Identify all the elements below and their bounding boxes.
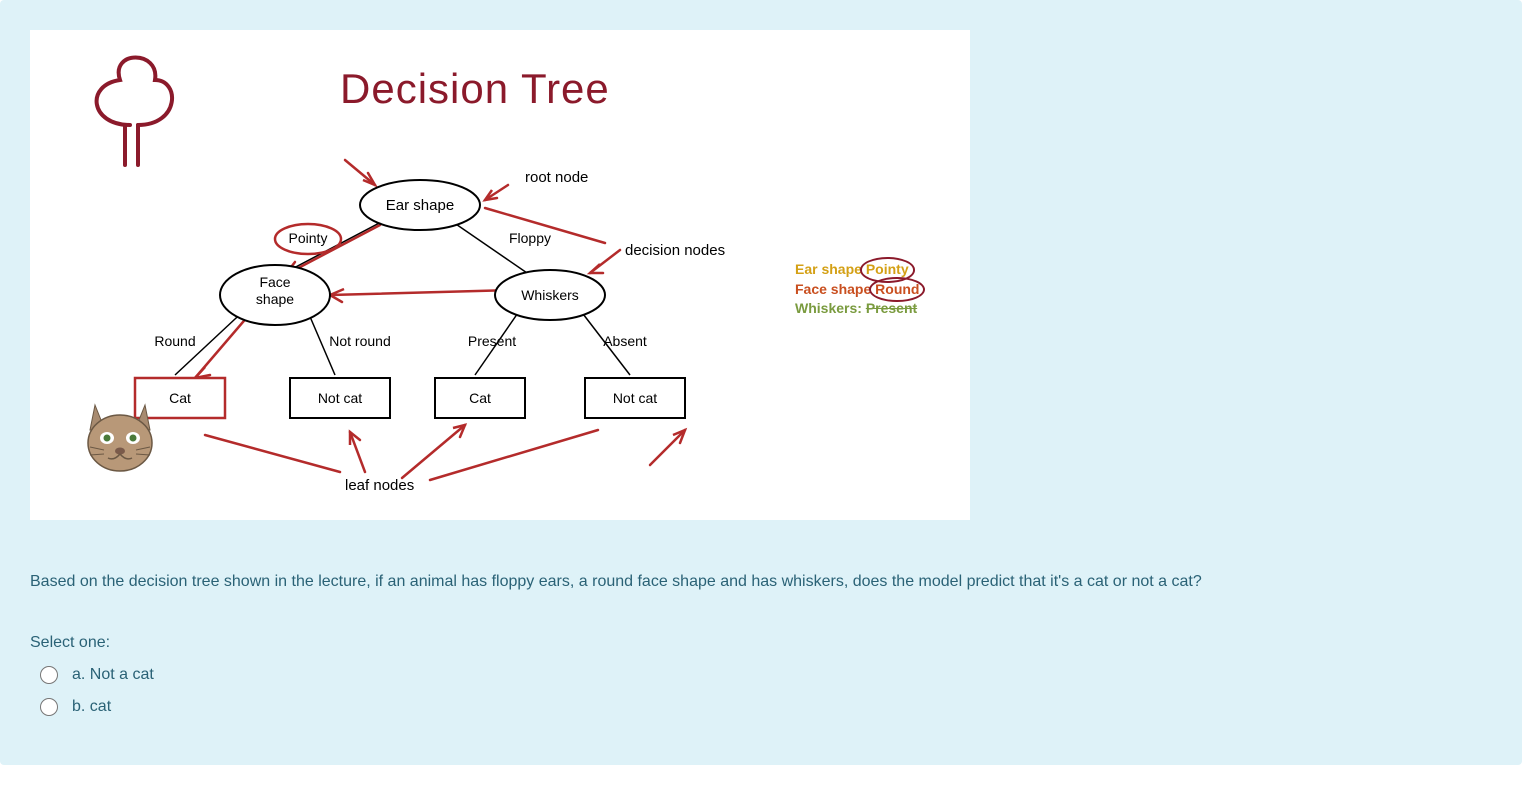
option-b-label: b. cat xyxy=(72,698,111,716)
option-b-row[interactable]: b. cat xyxy=(40,698,1492,716)
option-a-row[interactable]: a. Not a cat xyxy=(40,666,1492,684)
option-b-radio[interactable] xyxy=(40,698,58,716)
svg-text:Cat: Cat xyxy=(169,390,191,406)
svg-text:Floppy: Floppy xyxy=(509,230,551,246)
select-one-prompt: Select one: xyxy=(30,634,1492,652)
svg-text:Cat: Cat xyxy=(469,390,491,406)
svg-text:Face: Face xyxy=(259,274,290,290)
svg-text:Whiskers: Whiskers xyxy=(521,287,579,303)
anno-face-key: Face shape xyxy=(795,281,871,297)
anno-face-val: Round xyxy=(875,280,919,300)
example-annotation: Ear shape Pointy Face shape Round Whiske… xyxy=(795,260,919,319)
question-text: Based on the decision tree shown in the … xyxy=(30,570,1492,594)
svg-text:Not cat: Not cat xyxy=(318,390,362,406)
diagram-image: Decision Tree xyxy=(30,30,970,520)
svg-text:shape: shape xyxy=(256,291,294,307)
svg-text:Not cat: Not cat xyxy=(613,390,657,406)
option-a-label: a. Not a cat xyxy=(72,666,154,684)
svg-text:Not round: Not round xyxy=(329,333,390,349)
anno-ear-key: Ear shape xyxy=(795,261,862,277)
svg-text:Ear shape: Ear shape xyxy=(386,197,454,214)
svg-text:Pointy: Pointy xyxy=(289,230,328,246)
answer-block: Select one: a. Not a cat b. cat xyxy=(30,634,1492,716)
svg-text:Present: Present xyxy=(468,333,516,349)
anno-whisker-val: Present xyxy=(866,300,917,316)
svg-text:leaf nodes: leaf nodes xyxy=(345,477,414,494)
anno-whisker-key: Whiskers: xyxy=(795,300,862,316)
svg-text:root node: root node xyxy=(525,169,588,186)
svg-text:Round: Round xyxy=(154,333,195,349)
svg-text:decision nodes: decision nodes xyxy=(625,242,725,259)
option-a-radio[interactable] xyxy=(40,666,58,684)
question-container: Decision Tree xyxy=(0,0,1522,765)
svg-text:Absent: Absent xyxy=(603,333,647,349)
